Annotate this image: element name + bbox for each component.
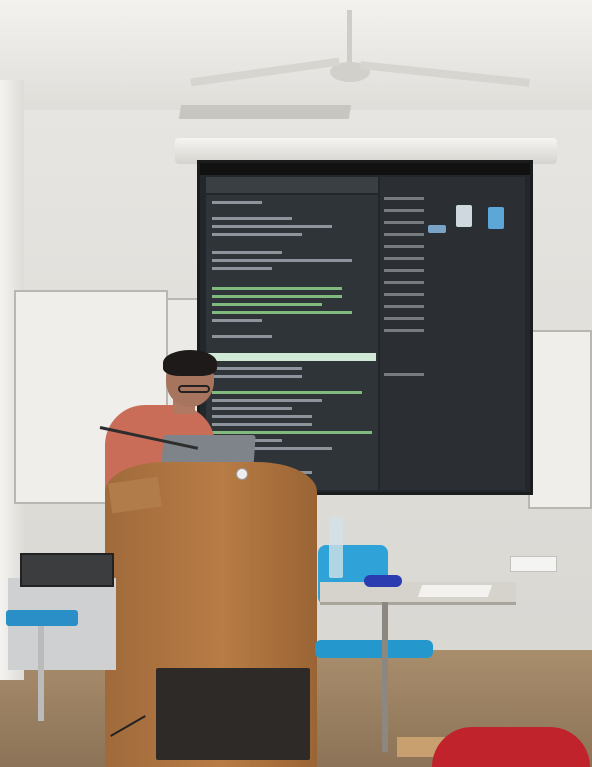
terminal-line	[212, 399, 322, 402]
file-manager-sidebar-item	[384, 197, 424, 200]
red-chair	[432, 727, 590, 767]
blue-chair-seat	[315, 640, 433, 658]
file-manager-sidebar-item	[384, 305, 424, 308]
terminal-line	[212, 423, 312, 426]
terminal-line	[212, 431, 372, 434]
terminal-line	[212, 295, 342, 298]
file-icon	[456, 205, 472, 227]
terminal-line	[212, 251, 282, 254]
presenter-glasses	[178, 385, 210, 393]
terminal-line	[212, 375, 302, 378]
terminal-line	[212, 259, 352, 262]
ceiling-fan-icon	[347, 10, 352, 70]
file-manager-sidebar-item	[384, 373, 424, 376]
folder-icon	[428, 225, 446, 233]
file-manager-sidebar-item	[384, 281, 424, 284]
terminal-line	[212, 335, 272, 338]
terminal-selection-highlight	[208, 353, 376, 361]
podium-dark-panel	[156, 668, 310, 760]
presenter-hair	[163, 350, 217, 376]
desk-leg	[382, 602, 388, 752]
terminal-line	[212, 319, 262, 322]
terminal-line	[212, 217, 292, 220]
ceiling	[0, 0, 592, 120]
terminal-line	[212, 233, 302, 236]
terminal-title-bar	[206, 177, 378, 193]
whiteboard-right	[528, 330, 592, 509]
terminal-line	[212, 267, 272, 270]
file-manager-sidebar-item	[384, 269, 424, 272]
papers	[417, 585, 493, 597]
file-manager-sidebar-item	[384, 233, 424, 236]
ceiling-light	[178, 105, 352, 119]
terminal-line	[212, 311, 352, 314]
wall-outlets	[510, 556, 557, 572]
blue-side-table	[6, 610, 78, 626]
file-manager-sidebar-item	[384, 209, 424, 212]
classroom-photo	[0, 0, 592, 767]
podium-emblem	[236, 468, 248, 480]
audio-mixer	[20, 553, 114, 587]
file-manager-window	[380, 177, 525, 490]
file-manager-sidebar-item	[384, 329, 424, 332]
terminal-line	[212, 303, 322, 306]
terminal-line	[212, 367, 302, 370]
blue-pouch	[364, 575, 402, 587]
file-manager-sidebar-item	[384, 257, 424, 260]
file-manager-sidebar-item	[384, 221, 424, 224]
water-bottle-icon	[329, 516, 343, 578]
file-icon	[488, 207, 504, 229]
file-manager-sidebar-item	[384, 293, 424, 296]
terminal-line	[212, 415, 312, 418]
terminal-line	[212, 407, 292, 410]
desktop-top-bar	[200, 163, 530, 175]
file-manager-sidebar-item	[384, 317, 424, 320]
file-manager-sidebar-item	[384, 245, 424, 248]
terminal-line	[212, 201, 262, 204]
terminal-line	[212, 287, 342, 290]
side-table-leg	[38, 626, 44, 721]
terminal-line	[212, 391, 362, 394]
terminal-line	[212, 225, 332, 228]
